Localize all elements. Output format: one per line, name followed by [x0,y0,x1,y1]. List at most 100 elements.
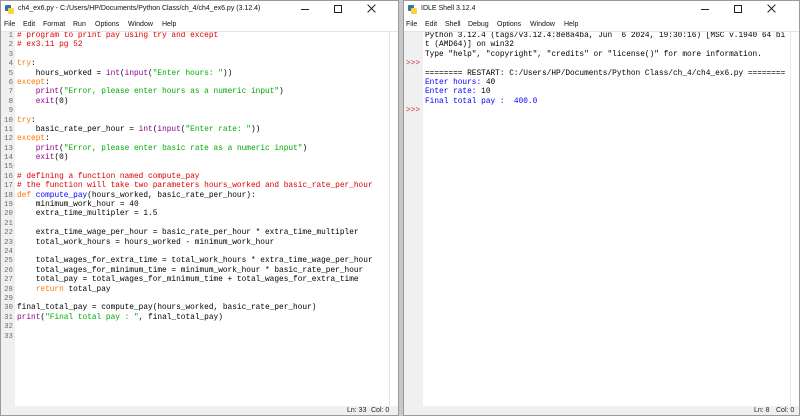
code-line: # the function will take two parameters … [17,182,388,191]
code-line: # defining a function named compute_pay [17,173,388,182]
code-string: "Enter hours: " [152,69,223,78]
shell-line: ======== RESTART: C:/Users/HP/Documents/… [425,70,789,79]
code-editor-text-area[interactable]: # program to print pay using try and exc… [17,32,388,406]
code-text: total_wages_for_minimum_time = minimum_w… [17,266,364,275]
minimize-icon [701,9,709,10]
code-line: hours_worked = int(input("Enter hours: "… [17,70,388,79]
code-comment: # the function will take two parameters … [17,182,373,191]
code-builtin: exit [35,154,55,163]
shell-prompt-sidebar[interactable]: >>> >>> [404,32,423,406]
editor-vertical-scrollbar[interactable] [389,32,398,406]
line-number: 29 [4,294,13,303]
menu-edit[interactable]: Edit [23,18,35,31]
line-number: 4 [8,60,13,69]
line-number: 19 [4,201,13,210]
code-comment: # ex3.11 pg 52 [17,41,83,50]
menu-window[interactable]: Window [128,18,153,31]
shell-stdin-text: 10 [481,88,491,97]
editor-titlebar[interactable]: ch4_ex6.py - C:/Users/HP/Documents/Pytho… [1,1,398,18]
code-builtin: int [105,69,120,78]
shell-line: Type "help", "copyright", "credits" or "… [425,51,789,60]
editor-minimize-button[interactable] [289,1,321,17]
code-text: )) [222,69,233,78]
line-number: 10 [4,116,13,125]
menu-debug[interactable]: Debug [468,18,489,31]
code-text: (0) [54,97,69,106]
code-text: (hours_worked, basic_rate_per_hour): [87,191,256,200]
code-text: basic_rate_per_hour = [17,125,139,134]
code-line: print("Error, please enter hours as a nu… [17,88,388,97]
line-number-gutter[interactable]: 1 2 3 4 5 6 7 8 9 10 11 12 13 14 15 16 17 18 19 20 21 22 23 24 2… [1,32,15,406]
code-keyword: except [17,135,46,144]
line-number: 30 [4,304,13,313]
menu-file[interactable]: File [406,18,417,31]
shell-prompt-row [404,79,423,88]
menu-format[interactable]: Format [43,18,65,31]
shell-status-line: Ln: 8 [754,407,770,414]
code-text: total_pay [63,285,111,294]
code-line: except: [17,135,388,144]
code-line: total_pay = total_wages_for_minimum_time… [17,276,388,285]
shell-window: IDLE Shell 3.12.4 File Edit Shell Debug … [403,0,800,416]
shell-menubar: File Edit Shell Debug Options Window Hel… [404,18,799,32]
shell-close-button[interactable] [756,1,788,17]
menu-options[interactable]: Options [95,18,119,31]
code-string: "Enter rate: " [185,125,251,134]
editor-status-line: Ln: 33 [347,407,367,414]
menu-options[interactable]: Options [497,18,521,31]
code-text: ) [302,144,308,153]
code-text: : [45,135,50,144]
code-text: (0) [54,154,69,163]
shell-line: Enter rate: 10 [425,88,789,97]
code-definition: compute_pay [35,191,88,200]
menu-edit[interactable]: Edit [425,18,437,31]
shell-titlebar[interactable]: IDLE Shell 3.12.4 [404,1,799,18]
menu-run[interactable]: Run [73,18,86,31]
code-line: extra_time_wage_per_hour = basic_rate_pe… [17,229,388,238]
menu-shell[interactable]: Shell [445,18,461,31]
line-number: 26 [4,266,13,275]
shell-prompt-row: >>> [404,107,423,116]
idle-icon [408,5,417,14]
shell-prompt-row [404,51,423,60]
editor-close-button[interactable] [356,1,388,17]
code-line: # ex3.11 pg 52 [17,41,388,50]
menu-help[interactable]: Help [162,18,176,31]
close-icon [367,4,376,13]
editor-menubar: File Edit Format Run Options Window Help [1,18,398,32]
code-line: # program to print pay using try and exc… [17,32,388,41]
line-number: 11 [4,125,13,134]
editor-maximize-button[interactable] [322,1,354,17]
menu-file[interactable]: File [4,18,15,31]
shell-prompt: >>> [406,60,421,69]
line-number: 24 [4,247,13,256]
line-number: 27 [4,276,13,285]
code-keyword: try [17,60,32,69]
line-number: 15 [4,163,13,172]
code-line: def compute_pay(hours_worked, basic_rate… [17,192,388,201]
menu-help[interactable]: Help [564,18,578,31]
line-number: 2 [8,41,13,50]
shell-console-text: ======== RESTART: C:/Users/HP/Documents/… [425,69,786,78]
editor-window: ch4_ex6.py - C:/Users/HP/Documents/Pytho… [0,0,399,416]
idle-icon [5,5,14,14]
line-number: 18 [4,191,13,200]
code-line: exit(0) [17,154,388,163]
menu-window[interactable]: Window [530,18,555,31]
shell-vertical-scrollbar[interactable] [790,32,799,406]
shell-maximize-button[interactable] [722,1,754,17]
shell-text-area[interactable]: Python 3.12.4 (tags/v3.12.4:8e8a4ba, Jun… [425,32,789,406]
code-text: : [45,78,50,87]
code-builtin: input [157,125,181,134]
line-number: 32 [4,323,13,332]
shell-minimize-button[interactable] [689,1,721,17]
shell-console-text: Type "help", "copyright", "credits" or "… [425,50,762,59]
minimize-icon [301,9,309,10]
line-number: 7 [8,88,13,97]
line-number: 8 [8,97,13,106]
